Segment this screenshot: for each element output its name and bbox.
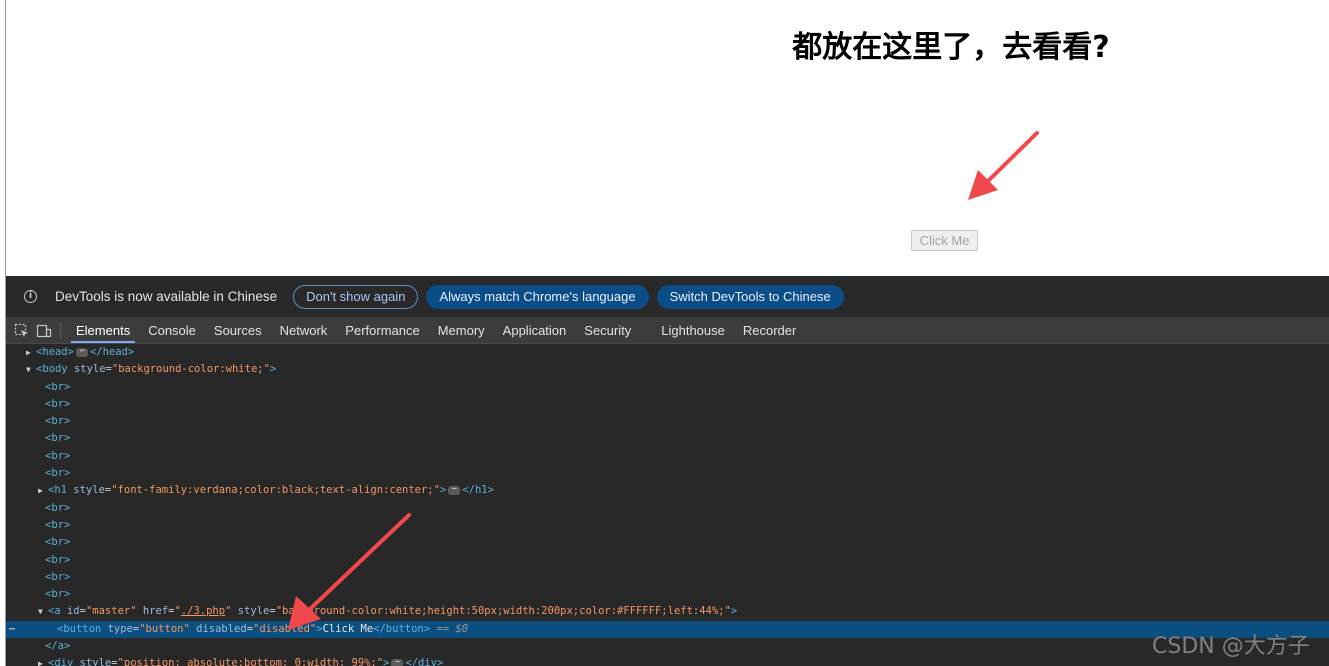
dom-node-br[interactable]: <br> bbox=[6, 430, 1329, 447]
dom-node-h1[interactable]: ▶ <h1 style="font-family:verdana;color:bl… bbox=[6, 482, 1329, 499]
dom-node-br[interactable]: <br> bbox=[6, 586, 1329, 603]
dom-node-head[interactable]: ▶ <head> ⋯ </head> bbox=[6, 344, 1329, 361]
tab-sources[interactable]: Sources bbox=[205, 318, 271, 343]
dom-node-a-master[interactable]: ▼ <a id="master" href="./3.php" style="ba… bbox=[6, 603, 1329, 620]
infobar-message: DevTools is now available in Chinese bbox=[55, 289, 278, 304]
expand-triangle-icon[interactable]: ▶ bbox=[38, 482, 43, 499]
tab-application[interactable]: Application bbox=[494, 318, 576, 343]
tab-elements[interactable]: Elements bbox=[67, 318, 139, 343]
dom-node-div[interactable]: ▶ <div style="position: absolute;bottom: … bbox=[6, 655, 1329, 666]
info-icon: i bbox=[24, 290, 37, 303]
tab-network[interactable]: Network bbox=[271, 318, 337, 343]
devtools-panel: i DevTools is now available in Chinese D… bbox=[5, 276, 1329, 666]
ellipsis-icon[interactable]: ⋯ bbox=[448, 484, 461, 495]
devtools-tabbar: Elements Console Sources Network Perform… bbox=[6, 318, 1329, 344]
device-toolbar-icon[interactable] bbox=[34, 318, 54, 343]
dom-node-br[interactable]: <br> bbox=[6, 569, 1329, 586]
dom-node-button-selected[interactable]: ⋯ <button type="button" disabled="disable… bbox=[6, 620, 1329, 639]
expand-triangle-icon[interactable]: ▶ bbox=[26, 344, 31, 361]
dom-node-br[interactable]: <br> bbox=[6, 465, 1329, 482]
expand-triangle-icon[interactable]: ▶ bbox=[38, 655, 43, 666]
dom-node-br[interactable]: <br> bbox=[6, 517, 1329, 534]
dom-node-br[interactable]: <br> bbox=[6, 552, 1329, 569]
dom-node-a-close[interactable]: </a> bbox=[6, 638, 1329, 655]
ellipsis-icon[interactable]: ⋯ bbox=[9, 621, 15, 638]
tab-lighthouse[interactable]: Lighthouse bbox=[652, 318, 734, 343]
dom-node-body[interactable]: ▼ <body style="background-color:white;"> bbox=[6, 361, 1329, 378]
dom-node-br[interactable]: <br> bbox=[6, 448, 1329, 465]
collapse-triangle-icon[interactable]: ▼ bbox=[38, 603, 43, 620]
csdn-watermark: CSDN @大方子 bbox=[1152, 634, 1310, 659]
tab-performance[interactable]: Performance bbox=[336, 318, 428, 343]
dom-node-br[interactable]: <br> bbox=[6, 379, 1329, 396]
page-heading: 都放在这里了，去看看? bbox=[792, 30, 1110, 65]
tab-divider bbox=[60, 323, 61, 338]
elements-dom-tree: ▶ <head> ⋯ </head> ▼ <body style="background… bbox=[6, 344, 1329, 666]
console-ref-label: == $0 bbox=[436, 622, 468, 635]
tab-console[interactable]: Console bbox=[139, 318, 205, 343]
dom-node-br[interactable]: <br> bbox=[6, 500, 1329, 517]
ellipsis-icon[interactable]: ⋯ bbox=[391, 657, 404, 666]
click-me-button[interactable]: Click Me bbox=[911, 230, 978, 251]
dom-node-br[interactable]: <br> bbox=[6, 534, 1329, 551]
page-viewport: 都放在这里了，去看看? Click Me bbox=[5, 0, 1329, 276]
language-infobar: i DevTools is now available in Chinese D… bbox=[6, 276, 1329, 318]
tab-memory[interactable]: Memory bbox=[429, 318, 494, 343]
always-match-language-button[interactable]: Always match Chrome's language bbox=[426, 284, 649, 309]
collapse-triangle-icon[interactable]: ▼ bbox=[26, 361, 31, 378]
tab-security[interactable]: Security bbox=[575, 318, 640, 343]
ellipsis-icon[interactable]: ⋯ bbox=[75, 346, 88, 357]
dom-node-br[interactable]: <br> bbox=[6, 413, 1329, 430]
dom-node-br[interactable]: <br> bbox=[6, 396, 1329, 413]
tab-recorder[interactable]: Recorder bbox=[734, 318, 805, 343]
href-link[interactable]: ./3.php bbox=[181, 605, 225, 617]
switch-to-chinese-button[interactable]: Switch DevTools to Chinese bbox=[656, 284, 844, 309]
dont-show-again-button[interactable]: Don't show again bbox=[293, 284, 419, 309]
inspect-element-icon[interactable] bbox=[12, 318, 32, 343]
